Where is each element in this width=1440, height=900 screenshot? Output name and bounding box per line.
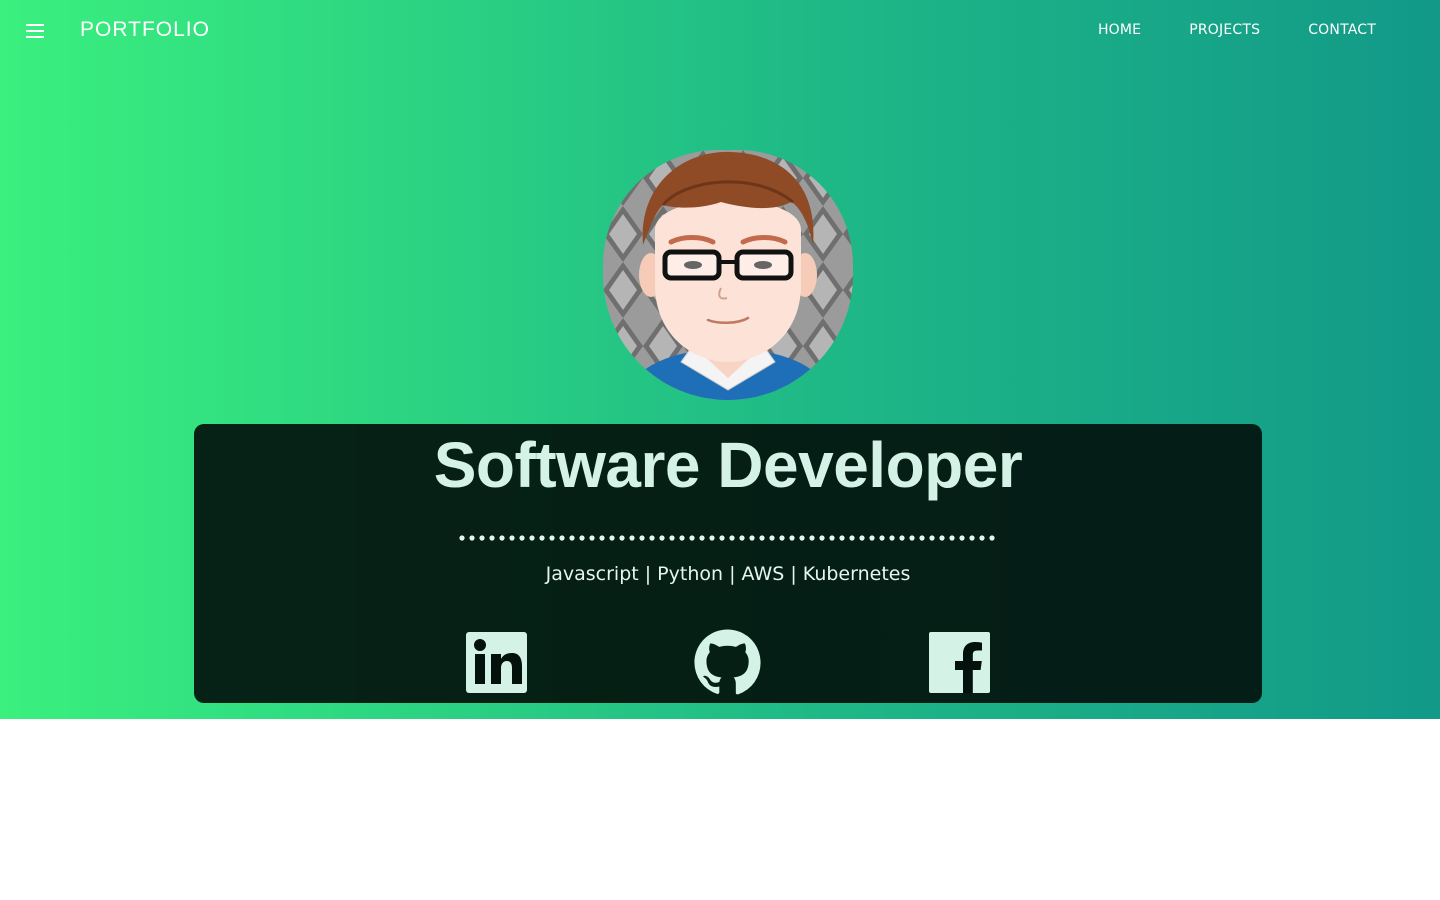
nav-link-home[interactable]: HOME: [1098, 22, 1141, 38]
dotted-divider: [459, 535, 995, 541]
divider-dot: [709, 535, 715, 541]
divider-dot: [919, 535, 925, 541]
divider-dot: [469, 535, 475, 541]
divider-dot: [519, 535, 525, 541]
divider-dot: [699, 535, 705, 541]
divider-dot: [789, 535, 795, 541]
divider-dot: [459, 535, 465, 541]
divider-dot: [499, 535, 505, 541]
brand-logo[interactable]: PORTFOLIO: [80, 18, 210, 42]
divider-dot: [929, 535, 935, 541]
divider-dot: [639, 535, 645, 541]
divider-dot: [729, 535, 735, 541]
hero-section: PORTFOLIO HOME PROJECTS CONTACT Software…: [0, 0, 1440, 719]
divider-dot: [479, 535, 485, 541]
divider-dot: [689, 535, 695, 541]
divider-dot: [669, 535, 675, 541]
divider-dot: [949, 535, 955, 541]
divider-dot: [739, 535, 745, 541]
divider-dot: [759, 535, 765, 541]
divider-dot: [589, 535, 595, 541]
intro-card: Software Developer Javascript | Python |…: [194, 424, 1262, 703]
divider-dot: [869, 535, 875, 541]
nav-link-projects[interactable]: PROJECTS: [1189, 22, 1260, 38]
divider-dot: [529, 535, 535, 541]
divider-dot: [659, 535, 665, 541]
nav-links: HOME PROJECTS CONTACT: [1098, 22, 1376, 38]
divider-dot: [799, 535, 805, 541]
skills-tagline: Javascript | Python | AWS | Kubernetes: [545, 563, 911, 585]
divider-dot: [829, 535, 835, 541]
linkedin-icon[interactable]: [466, 632, 527, 693]
github-icon[interactable]: [693, 628, 762, 697]
divider-dot: [489, 535, 495, 541]
nav-link-contact[interactable]: CONTACT: [1308, 22, 1376, 38]
divider-dot: [839, 535, 845, 541]
divider-dot: [899, 535, 905, 541]
divider-dot: [809, 535, 815, 541]
divider-dot: [549, 535, 555, 541]
divider-dot: [569, 535, 575, 541]
divider-dot: [989, 535, 995, 541]
divider-dot: [649, 535, 655, 541]
divider-dot: [769, 535, 775, 541]
divider-dot: [509, 535, 515, 541]
divider-dot: [819, 535, 825, 541]
divider-dot: [629, 535, 635, 541]
developer-avatar-illustration: [603, 150, 853, 400]
divider-dot: [969, 535, 975, 541]
divider-dot: [539, 535, 545, 541]
divider-dot: [619, 535, 625, 541]
divider-dot: [559, 535, 565, 541]
divider-dot: [979, 535, 985, 541]
divider-dot: [959, 535, 965, 541]
divider-dot: [879, 535, 885, 541]
divider-dot: [749, 535, 755, 541]
divider-dot: [599, 535, 605, 541]
divider-dot: [609, 535, 615, 541]
divider-dot: [859, 535, 865, 541]
avatar: [603, 150, 853, 400]
divider-dot: [679, 535, 685, 541]
page-title: Software Developer: [433, 429, 1023, 501]
divider-dot: [719, 535, 725, 541]
navbar: PORTFOLIO HOME PROJECTS CONTACT: [0, 0, 1440, 64]
divider-dot: [939, 535, 945, 541]
divider-dot: [579, 535, 585, 541]
divider-dot: [779, 535, 785, 541]
divider-dot: [909, 535, 915, 541]
divider-dot: [849, 535, 855, 541]
divider-dot: [889, 535, 895, 541]
facebook-icon[interactable]: [929, 632, 990, 693]
hamburger-menu-icon[interactable]: [26, 24, 46, 40]
